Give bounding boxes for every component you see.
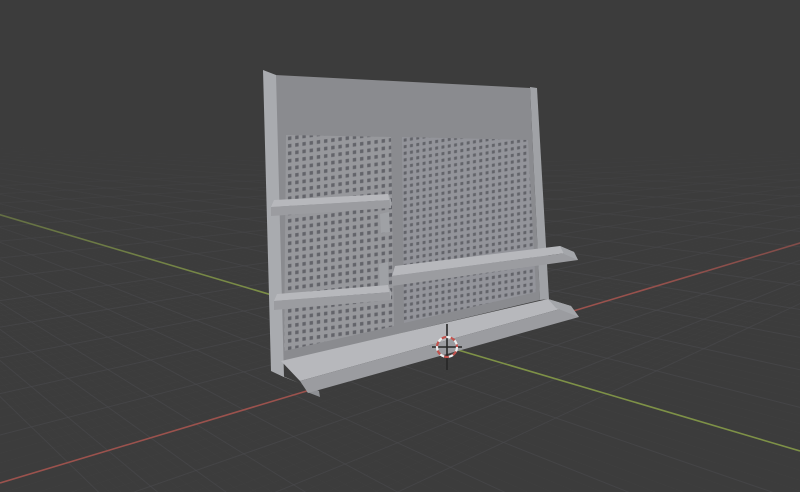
pegboard-perforation-left[interactable] [284,135,394,351]
viewport-canvas[interactable] [0,0,800,492]
pegboard-perforation-right[interactable] [402,137,536,323]
shelf-bracket-upper[interactable] [380,212,390,233]
viewport-3d[interactable] [0,0,800,492]
